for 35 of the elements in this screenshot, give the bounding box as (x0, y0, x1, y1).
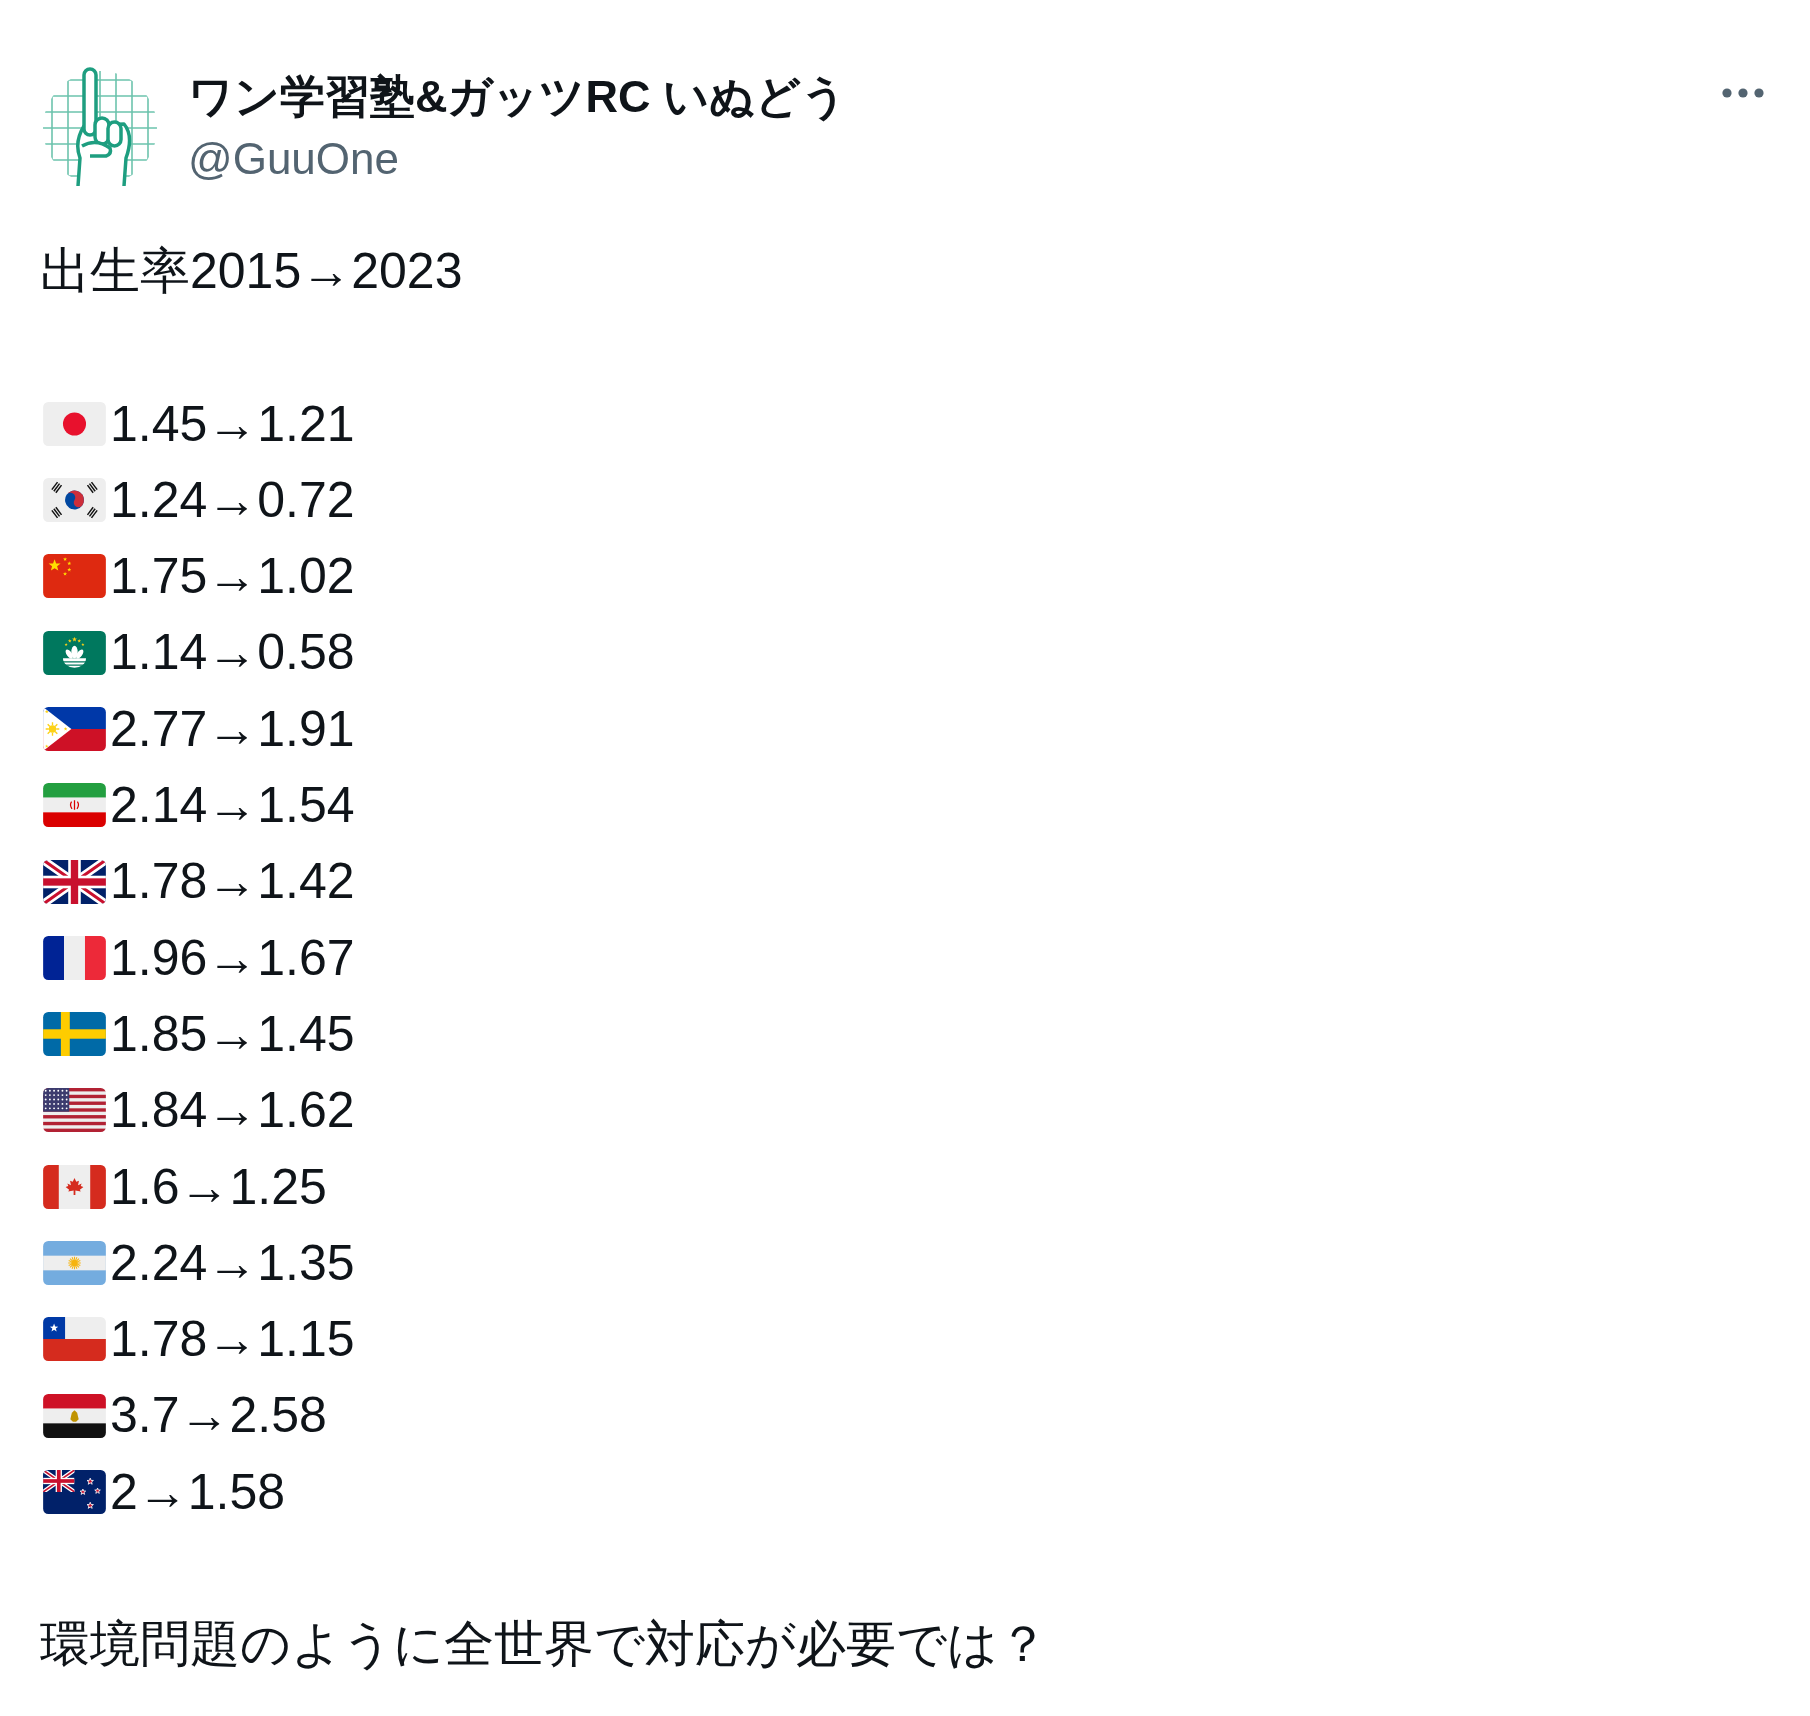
birth-rate-change-text: 3.7→2.58 (110, 1386, 327, 1446)
post-heading-text: 出生率2015→2023 (40, 242, 464, 301)
canada-flag-icon (43, 1164, 106, 1209)
birth-rate-change-text: 1.96→1.67 (110, 928, 355, 988)
display-name[interactable]: ワン学習塾&ガッツRC いぬどう (188, 66, 847, 128)
birth-rate-change-text: 1.75→1.02 (110, 547, 355, 607)
china-flag-icon (43, 554, 106, 599)
iran-flag-icon (43, 783, 106, 828)
argentina-flag-icon (43, 1241, 106, 1285)
post-closing-text: 環境問題のように全世界で対応が必要では？ (40, 1615, 1049, 1675)
birth-rate-change-text: 2→1.58 (110, 1462, 286, 1522)
new-zealand-flag-icon (43, 1469, 106, 1514)
sweden-flag-icon (43, 1012, 106, 1057)
birth-rate-change-text: 1.14→0.58 (110, 623, 355, 683)
birth-rate-change-text: 1.84→1.62 (110, 1081, 355, 1141)
chile-flag-icon (43, 1317, 106, 1362)
birth-rate-change-text: 1.78→1.42 (110, 852, 355, 912)
egypt-flag-icon (43, 1393, 106, 1438)
user-handle[interactable]: @GuuOne (188, 128, 847, 190)
usa-flag-icon (43, 1088, 106, 1133)
birth-rate-change-text: 1.6→1.25 (110, 1157, 327, 1217)
britain-flag-icon (43, 859, 106, 904)
birth-rate-change-text: 1.78→1.15 (110, 1310, 355, 1370)
france-flag-icon (43, 935, 106, 980)
philippines-flag-icon (43, 706, 106, 751)
birth-rate-change-text: 2.14→1.54 (110, 776, 355, 836)
more-options-icon[interactable] (1722, 88, 1764, 98)
birth-rate-change-text: 2.24→1.35 (110, 1233, 355, 1293)
japan-flag-icon (43, 401, 106, 446)
birth-rate-change-text: 2.77→1.91 (110, 699, 355, 759)
birth-rate-change-text: 1.85→1.45 (110, 1004, 355, 1064)
macau-flag-icon (43, 630, 106, 675)
birth-rate-change-text: 1.45→1.21 (110, 394, 355, 454)
korea-flag-icon (43, 478, 106, 523)
birth-rate-change-text: 1.24→0.72 (110, 470, 355, 530)
